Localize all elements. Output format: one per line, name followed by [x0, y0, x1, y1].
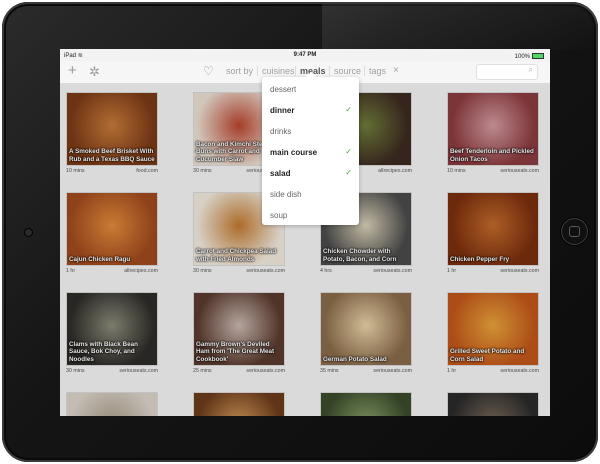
plus-icon[interactable]: +	[68, 63, 77, 78]
toolbar-divider	[364, 66, 365, 76]
meal-option[interactable]: salad ✓	[262, 162, 359, 183]
home-button[interactable]	[561, 218, 588, 245]
battery-icon	[532, 53, 544, 59]
screen-glare	[322, 4, 600, 50]
toolbar-divider	[257, 66, 258, 76]
home-button-icon	[569, 226, 580, 237]
close-icon[interactable]: ×	[393, 65, 399, 76]
sort-by-button[interactable]: sort by	[226, 66, 253, 76]
search-input[interactable]: ⌕	[476, 64, 538, 80]
check-icon: ✓	[345, 147, 352, 156]
status-time: 9:47 PM	[293, 52, 317, 58]
meal-option-label: salad	[270, 169, 291, 178]
status-battery: 100%	[515, 52, 544, 60]
meal-option[interactable]: side dish	[262, 183, 359, 204]
search-icon: ⌕	[528, 65, 533, 74]
app-screen: iPad ≋ 9:47 PM 100% + ✲ ♡ sort by cuisin…	[60, 49, 550, 416]
meal-option-label: soup	[270, 211, 288, 220]
dropdown-arrow	[306, 72, 316, 77]
meal-option[interactable]: dinner ✓	[262, 99, 359, 120]
tags-filter[interactable]: tags	[369, 66, 386, 76]
meal-option-label: dessert	[270, 85, 297, 94]
meal-option-label: side dish	[270, 190, 302, 199]
toolbar-divider	[295, 66, 296, 76]
heart-icon[interactable]: ♡	[203, 65, 214, 78]
meal-option-label: drinks	[270, 127, 292, 136]
toolbar-divider	[329, 66, 330, 76]
battery-fill	[533, 54, 543, 58]
check-icon: ✓	[345, 168, 352, 177]
battery-percent: 100%	[514, 54, 530, 60]
gear-icon[interactable]: ✲	[89, 65, 100, 78]
meal-option-label: main course	[270, 148, 318, 157]
cuisines-filter[interactable]: cuisines	[262, 66, 295, 76]
meal-option[interactable]: soup	[262, 204, 359, 225]
meals-dropdown: dessert dinner ✓ drinks main course ✓ salad ✓ si…	[262, 72, 359, 225]
meal-option[interactable]: dessert	[262, 78, 359, 99]
check-icon: ✓	[345, 105, 352, 114]
meal-option-label: dinner	[270, 106, 295, 115]
front-camera	[25, 229, 32, 236]
meal-option[interactable]: drinks	[262, 120, 359, 141]
ipad-frame: iPad ≋ 9:47 PM 100% + ✲ ♡ sort by cuisin…	[2, 2, 600, 462]
source-filter[interactable]: source	[334, 66, 361, 76]
status-bar: iPad ≋ 9:47 PM 100%	[60, 49, 550, 61]
meal-option[interactable]: main course ✓	[262, 141, 359, 162]
